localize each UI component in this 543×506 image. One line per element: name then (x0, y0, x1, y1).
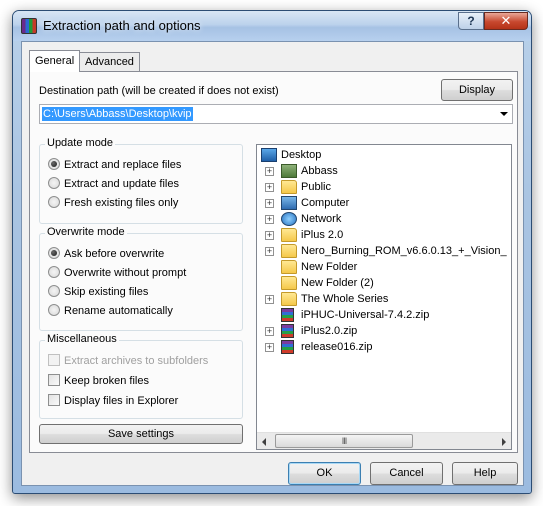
network-icon (281, 212, 297, 226)
overwrite-mode-title: Overwrite mode (45, 226, 127, 238)
tree-item-label[interactable]: iPlus2.0.zip (301, 323, 357, 339)
tree-item-label[interactable]: New Folder (301, 259, 357, 275)
horizontal-scrollbar[interactable]: III (257, 432, 511, 449)
update-mode-title: Update mode (45, 137, 116, 149)
tree-item-label[interactable]: The Whole Series (301, 291, 388, 307)
destination-path-combo[interactable]: C:\Users\Abbass\Desktop\kvip (39, 104, 513, 124)
expand-icon[interactable]: + (265, 199, 274, 208)
checkbox-display-explorer[interactable]: Display files in Explorer (48, 394, 179, 409)
folder-icon (281, 260, 297, 274)
radio-icon[interactable] (48, 196, 60, 209)
save-settings-button[interactable]: Save settings (39, 424, 243, 444)
checkbox-label: Keep broken files (64, 375, 149, 387)
dropdown-arrow-icon[interactable] (500, 112, 508, 116)
checkbox-label: Display files in Explorer (64, 395, 179, 407)
cancel-button[interactable]: Cancel (370, 462, 443, 485)
dialog-client: General Advanced Destination path (will … (21, 41, 524, 486)
checkbox-icon (48, 354, 60, 367)
tree-item-label[interactable]: Computer (301, 195, 349, 211)
folder-icon (281, 180, 297, 194)
scroll-right-icon[interactable] (502, 438, 506, 446)
tree-item-label[interactable]: iPlus 2.0 (301, 227, 343, 243)
radio-extract-update[interactable]: Extract and update files (48, 177, 179, 192)
tree-item-label[interactable]: Network (301, 211, 341, 227)
radio-icon[interactable] (48, 247, 60, 260)
radio-extract-replace[interactable]: Extract and replace files (48, 158, 182, 173)
expand-icon[interactable]: + (265, 215, 274, 224)
checkbox-label: Extract archives to subfolders (64, 355, 209, 367)
radio-label: Ask before overwrite (64, 248, 165, 260)
display-button[interactable]: Display (441, 79, 513, 101)
tree-item-label[interactable]: iPHUC-Universal-7.4.2.zip (301, 307, 429, 323)
radio-label: Fresh existing files only (64, 197, 179, 209)
folder-icon (281, 276, 297, 290)
radio-rename-automatically[interactable]: Rename automatically (48, 304, 173, 319)
folder-icon (281, 244, 297, 258)
expand-icon[interactable]: + (265, 167, 274, 176)
overwrite-mode-group: Overwrite mode Ask before overwrite Over… (39, 226, 243, 331)
radio-ask-before-overwrite[interactable]: Ask before overwrite (48, 247, 165, 262)
computer-icon (281, 196, 297, 210)
title-help-button[interactable]: ? (458, 12, 484, 30)
radio-overwrite-without-prompt[interactable]: Overwrite without prompt (48, 266, 187, 281)
destination-label: Destination path (will be created if doe… (39, 85, 279, 97)
expand-icon[interactable]: + (265, 343, 274, 352)
checkbox-icon[interactable] (48, 374, 60, 387)
title-bar[interactable]: Extraction path and options ? ✕ (13, 11, 531, 41)
tree-item-label[interactable]: Desktop (281, 147, 321, 163)
miscellaneous-group: Miscellaneous Extract archives to subfol… (39, 333, 243, 419)
user-folder-icon (281, 164, 297, 178)
scroll-thumb[interactable]: III (275, 434, 413, 448)
dialog-window: Extraction path and options ? ✕ General … (12, 10, 532, 494)
update-mode-group: Update mode Extract and replace files Ex… (39, 137, 243, 224)
miscellaneous-title: Miscellaneous (45, 333, 119, 345)
radio-label: Extract and replace files (64, 159, 182, 171)
radio-icon[interactable] (48, 177, 60, 190)
tree-item-label[interactable]: release016.zip (301, 339, 373, 355)
tree-item-label[interactable]: Nero_Burning_ROM_v6.6.0.13_+_Vision_ (301, 243, 507, 259)
general-panel: Destination path (will be created if doe… (29, 71, 518, 453)
winrar-icon (21, 18, 37, 34)
radio-label: Rename automatically (64, 305, 173, 317)
expand-icon[interactable]: + (265, 327, 274, 336)
folder-icon (281, 228, 297, 242)
checkbox-icon[interactable] (48, 394, 60, 407)
radio-label: Overwrite without prompt (64, 267, 187, 279)
tab-advanced[interactable]: Advanced (79, 52, 140, 71)
desktop-icon (261, 148, 277, 162)
window-title: Extraction path and options (43, 18, 201, 33)
ok-button[interactable]: OK (288, 462, 361, 485)
expand-icon[interactable]: + (265, 247, 274, 256)
archive-icon (281, 340, 294, 354)
tree-item-label[interactable]: Abbass (301, 163, 338, 179)
tree-item-label[interactable]: New Folder (2) (301, 275, 374, 291)
radio-skip-existing[interactable]: Skip existing files (48, 285, 149, 300)
destination-path-value[interactable]: C:\Users\Abbass\Desktop\kvip (42, 107, 193, 121)
radio-icon[interactable] (48, 285, 60, 298)
scroll-left-icon[interactable] (262, 438, 266, 446)
checkbox-extract-subfolders: Extract archives to subfolders (48, 354, 209, 369)
folder-tree[interactable]: Desktop + Abbass + Public + Computer + Network +… (256, 144, 512, 450)
expand-icon[interactable]: + (265, 183, 274, 192)
help-button[interactable]: Help (452, 462, 518, 485)
radio-icon[interactable] (48, 158, 60, 171)
radio-fresh-existing[interactable]: Fresh existing files only (48, 196, 179, 211)
archive-icon (281, 308, 294, 322)
radio-icon[interactable] (48, 266, 60, 279)
radio-label: Skip existing files (64, 286, 149, 298)
close-button[interactable]: ✕ (484, 12, 528, 30)
archive-icon (281, 324, 294, 338)
radio-icon[interactable] (48, 304, 60, 317)
expand-icon[interactable]: + (265, 231, 274, 240)
tab-general[interactable]: General (29, 50, 81, 72)
radio-label: Extract and update files (64, 178, 179, 190)
checkbox-keep-broken[interactable]: Keep broken files (48, 374, 149, 389)
tree-item-label[interactable]: Public (301, 179, 331, 195)
folder-icon (281, 292, 297, 306)
expand-icon[interactable]: + (265, 295, 274, 304)
